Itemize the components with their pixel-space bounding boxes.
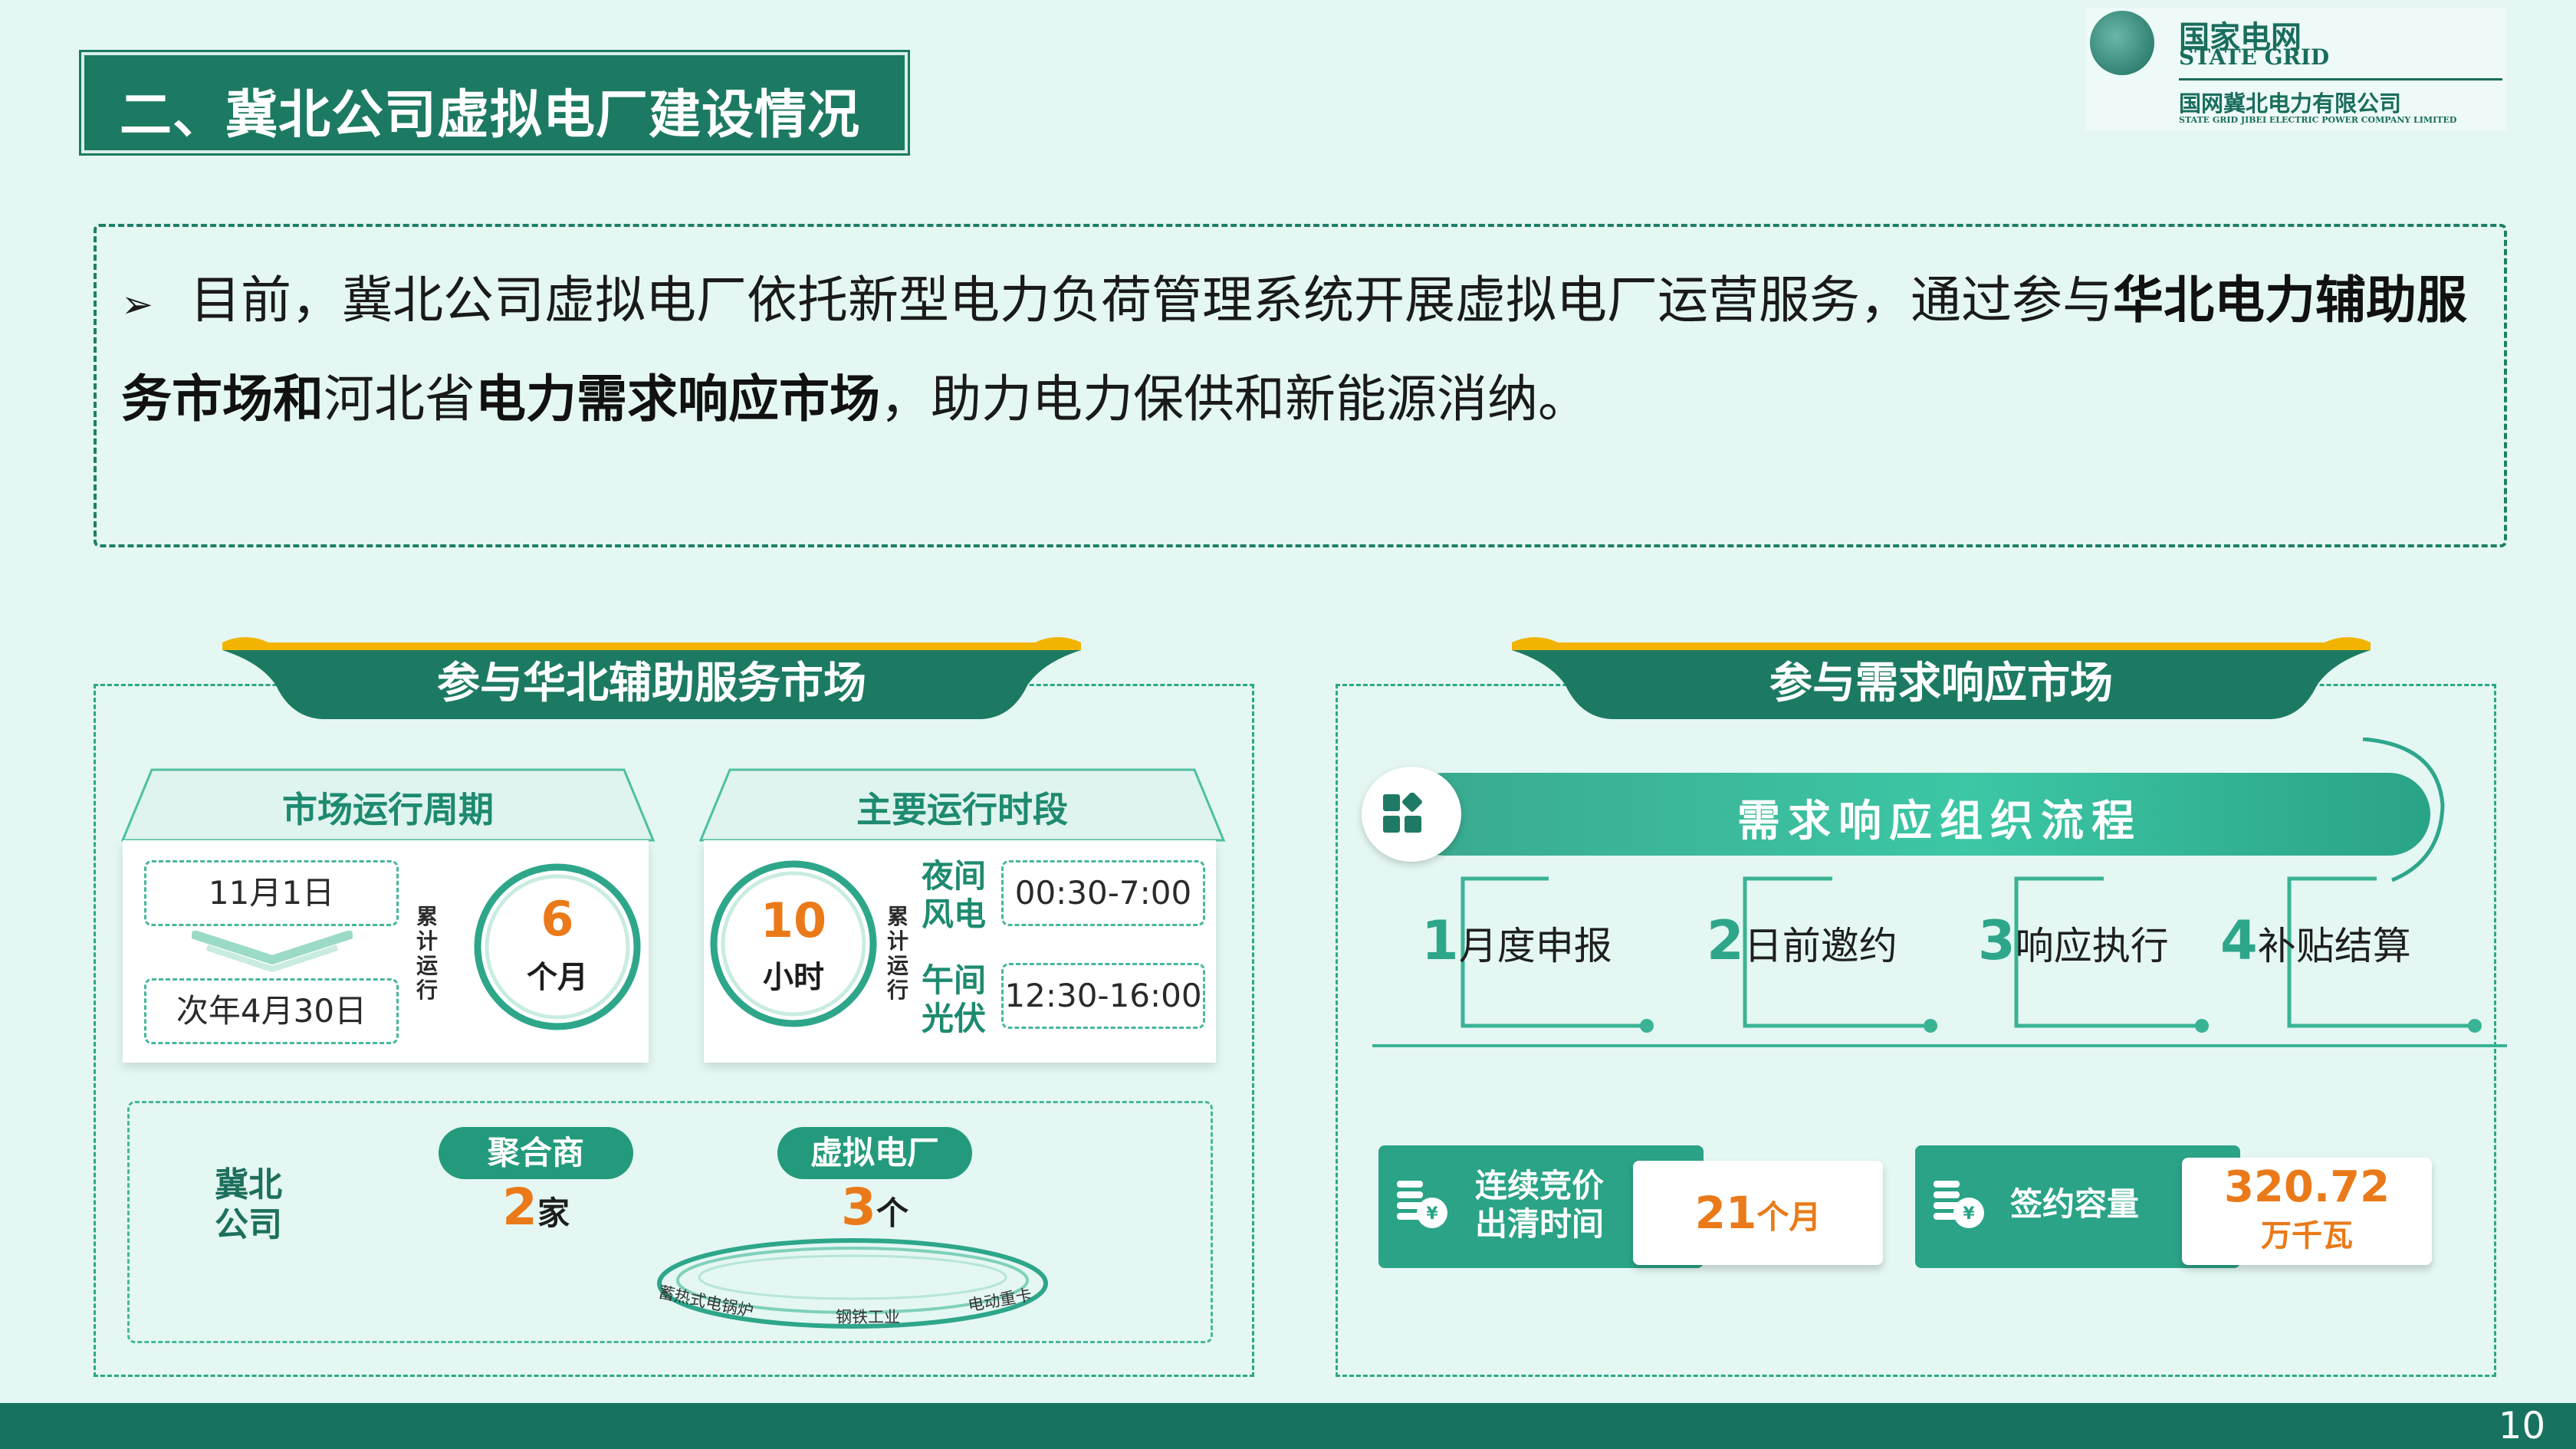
step-3: 3响应执行 [1978,909,2169,972]
vpp-pill: 虚拟电厂 [777,1127,972,1179]
vpp-unit: 个 [876,1194,909,1232]
cycle-header: 市场运行周期 [282,789,494,830]
stat-clearing-label-1: 连续竞价 [1475,1167,1605,1204]
cycle-vertical-label: 累计运行 [416,904,438,1003]
vpp-num: 3 [841,1178,876,1237]
step-4-num: 4 [2220,909,2258,972]
aggregator-num: 2 [502,1178,537,1237]
intro-part3: ，助力电力保供和新能源消纳。 [880,370,1589,429]
vpp-count: 3个 [777,1178,972,1237]
step-2-num: 2 [1707,909,1744,972]
stat-capacity-value-box: 320.72 万千瓦 [2182,1158,2432,1265]
left-banner-title: 参与华北辅助服务市场 [437,659,866,708]
cycle-value: 6 [540,891,574,947]
stat-capacity-value: 320.72 [2223,1162,2390,1212]
process-title: 需求响应组织流程 [1737,797,2142,846]
footer-bar [0,1403,2576,1449]
noon-label: 午间光伏 [922,961,987,1037]
step-4: 4补贴结算 [2220,909,2411,972]
period-header: 主要运行时段 [856,789,1068,830]
stat-clearing-label-2: 出清时间 [1475,1205,1605,1243]
svg-text:¥: ¥ [1963,1204,1975,1224]
cycle-start-date: 11月1日 [144,860,399,926]
logo-company-cn: 国网冀北电力有限公司 [2179,90,2402,117]
page-title-bar: 二、冀北公司虚拟电厂建设情况 [79,50,910,156]
cycle-unit: 个月 [527,960,588,995]
intro-part2: 河北省 [324,370,475,429]
step-2: 2日前邀约 [1707,909,1898,972]
coins-yuan-icon: ¥ [1934,1181,1984,1228]
stat-clearing-value-box: 21个月 [1633,1161,1883,1265]
step-4-label: 补贴结算 [2257,924,2411,968]
arrow-bullet-icon: ➢ [121,282,153,327]
aggregator-count: 2家 [439,1178,633,1237]
cycle-end-date: 次年4月30日 [144,978,399,1044]
grid-apps-icon [1383,793,1422,833]
globe-icon [2090,11,2154,75]
right-banner-title: 参与需求响应市场 [1769,659,2113,708]
company-label: 冀北公司 [215,1165,282,1244]
aggregator-unit: 家 [537,1194,570,1232]
period-vertical-label: 累计运行 [886,904,909,1003]
intro-part1: 目前，冀北公司虚拟电厂依托新型电力负荷管理系统开展虚拟电厂运营服务，通过参与 [190,271,2113,330]
stat-clearing-value: 21 [1694,1187,1757,1239]
logo-divider [2179,78,2502,80]
logo-company-en: STATE GRID JIBEI ELECTRIC POWER COMPANY … [2179,115,2457,125]
step-1-label: 月度申报 [1458,924,1612,968]
period-value: 10 [760,892,827,948]
svg-text:¥: ¥ [1426,1204,1438,1224]
ring-label-steel: 钢铁工业 [836,1308,900,1326]
logo-name-en: STATE GRID [2179,44,2330,70]
cycle-ring [474,863,641,1030]
intro-text: ➢ 目前，冀北公司虚拟电厂依托新型电力负荷管理系统开展虚拟电厂运营服务，通过参与华… [121,253,2490,447]
chevron-down-icon [192,931,353,973]
night-time: 00:30-7:00 [1001,860,1205,926]
intro-bold2: 电力需求响应市场 [475,370,880,429]
aggregator-pill: 聚合商 [439,1127,633,1179]
coins-yuan-icon: ¥ [1397,1181,1447,1228]
step-1-num: 1 [1421,909,1459,972]
step-1: 1月度申报 [1421,909,1612,972]
page-title: 二、冀北公司虚拟电厂建设情况 [120,85,861,146]
noon-time: 12:30-16:00 [1001,963,1205,1029]
step-3-num: 3 [1978,909,2016,972]
step-2-label: 日前邀约 [1743,924,1898,968]
step-3-label: 响应执行 [2015,924,2169,968]
night-label: 夜间风电 [922,857,987,933]
period-unit: 小时 [763,960,824,995]
page-number: 10 [2498,1405,2545,1447]
stat-clearing-unit: 个月 [1756,1198,1822,1236]
stat-capacity-label: 签约容量 [2010,1185,2140,1223]
stat-capacity-unit: 万千瓦 [2261,1218,2353,1254]
